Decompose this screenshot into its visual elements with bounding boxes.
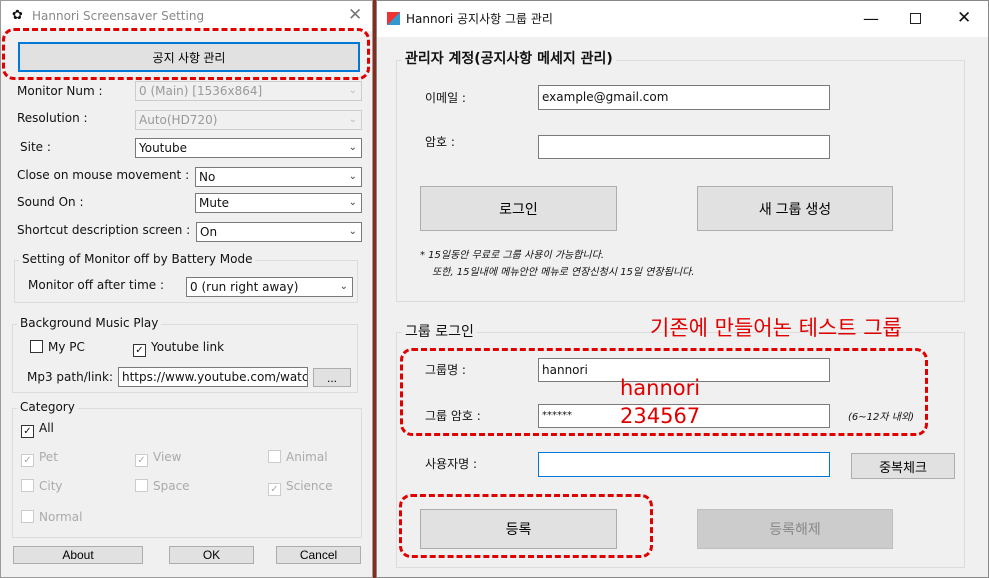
category-normal-checkbox[interactable]: Normal [21,510,82,524]
category-label: Normal [39,510,83,524]
monitor-off-value: 0 (run right away) [190,280,299,294]
category-space-checkbox[interactable]: Space [135,479,190,493]
category-all-checkbox[interactable]: ✓ All [21,421,54,438]
chevron-down-icon: ⌄ [348,197,357,208]
category-group-title: Category [17,400,78,414]
check-icon: ✓ [21,454,34,467]
music-group-title: Background Music Play [17,316,162,330]
login-button[interactable]: 로그인 [420,186,617,231]
title-bar: ✿ Hannori Screensaver Setting ✕ [1,1,372,31]
check-icon: ✓ [135,454,148,467]
shortcut-label: Shortcut description screen : [17,223,191,237]
window-title: Hannori 공지사항 그룹 관리 [406,12,553,26]
check-icon: ✓ [21,425,34,438]
title-bar: Hannori 공지사항 그룹 관리 — ✕ [377,1,988,37]
app-icon [387,12,400,25]
monitor-off-select[interactable]: 0 (run right away) ⌄ [186,277,353,297]
mp3-path-label: Mp3 path/link: [27,370,114,384]
site-value: Youtube [139,141,187,155]
chevron-down-icon: ⌄ [348,114,357,125]
checkbox-box [21,510,34,523]
resolution-select[interactable]: Auto(HD720) ⌄ [135,110,362,130]
category-science-checkbox[interactable]: ✓ Science [268,479,333,496]
category-label: Animal [286,450,328,464]
annotation-highlight-register [399,494,653,558]
check-icon: ✓ [133,344,146,357]
checkbox-box [268,450,281,463]
category-label: City [39,479,63,493]
note-line-1: * 15일동안 무료로 그룹 사용이 가능합니다. [420,250,604,261]
my-pc-label: My PC [48,340,85,354]
close-icon[interactable]: ✕ [957,8,971,28]
admin-group-title: 관리자 계정(공지사항 메세지 관리) [402,50,616,68]
minimize-icon[interactable]: — [863,9,879,28]
category-label: Pet [39,450,58,464]
close-icon[interactable]: ✕ [348,5,362,25]
chevron-down-icon: ⌄ [348,226,357,237]
chevron-down-icon: ⌄ [348,171,357,182]
cancel-button[interactable]: Cancel [276,546,361,564]
app-icon: ✿ [12,8,23,23]
duplicate-check-button[interactable]: 중복체크 [851,453,955,479]
chevron-down-icon: ⌄ [339,281,348,292]
email-input[interactable]: example@gmail.com [538,85,830,110]
group-login-title: 그룹 로그인 [402,323,477,341]
checkbox-box [135,479,148,492]
checkbox-box [30,340,43,353]
checkbox-box [21,479,34,492]
window-title: Hannori Screensaver Setting [32,9,205,23]
site-select[interactable]: Youtube ⌄ [135,138,362,158]
monitor-num-label: Monitor Num : [17,84,103,98]
youtube-link-label: Youtube link [151,340,225,354]
sound-value: Mute [199,196,230,210]
check-icon: ✓ [268,483,281,496]
close-mouse-select[interactable]: No ⌄ [195,167,362,187]
username-input[interactable] [538,452,830,477]
maximize-icon[interactable] [910,13,921,24]
shortcut-select[interactable]: On ⌄ [196,222,362,242]
site-label: Site : [20,140,51,154]
my-pc-checkbox[interactable]: My PC [30,340,85,354]
mp3-path-input[interactable]: https://www.youtube.com/watc [118,367,308,387]
annotation-existing-group: 기존에 만들어논 테스트 그룹 [650,316,902,340]
category-animal-checkbox[interactable]: Animal [268,450,328,464]
new-group-button[interactable]: 새 그룹 생성 [697,186,893,231]
email-label: 이메일 : [425,91,466,105]
browse-button[interactable]: ... [313,368,351,387]
category-view-checkbox[interactable]: ✓ View [135,450,181,467]
chevron-down-icon: ⌄ [348,85,357,96]
category-all-label: All [39,421,54,435]
password-input[interactable] [538,135,830,159]
youtube-link-checkbox[interactable]: ✓ Youtube link [133,340,224,357]
category-label: Space [153,479,190,493]
category-label: Science [286,479,333,493]
shortcut-value: On [200,225,218,239]
monitor-num-select[interactable]: 0 (Main) [1536x864] ⌄ [135,81,362,101]
about-button[interactable]: About [13,546,143,564]
unregister-button[interactable]: 등록해제 [697,509,893,549]
sound-label: Sound On : [17,195,84,209]
category-label: View [153,450,182,464]
resolution-value: Auto(HD720) [139,113,218,127]
monitor-num-value: 0 (Main) [1536x864] [139,84,263,98]
monitor-off-label: Monitor off after time : [28,278,165,292]
username-label: 사용자명 : [425,457,478,471]
sound-select[interactable]: Mute ⌄ [195,193,362,213]
chevron-down-icon: ⌄ [348,142,357,153]
category-pet-checkbox[interactable]: ✓ Pet [21,450,58,467]
annotation-highlight-group-fields [400,348,928,436]
category-city-checkbox[interactable]: City [21,479,63,493]
note-line-2: 또한, 15일내에 메뉴안안 메뉴로 연장신청시 15일 연장됩니다. [432,267,695,278]
resolution-label: Resolution : [17,111,88,125]
password-label: 암호 : [425,135,455,149]
battery-group-title: Setting of Monitor off by Battery Mode [19,252,256,266]
close-mouse-value: No [199,170,216,184]
annotation-highlight-notice-button [2,28,370,80]
ok-button[interactable]: OK [169,546,254,564]
close-mouse-label: Close on mouse movement : [17,168,190,182]
